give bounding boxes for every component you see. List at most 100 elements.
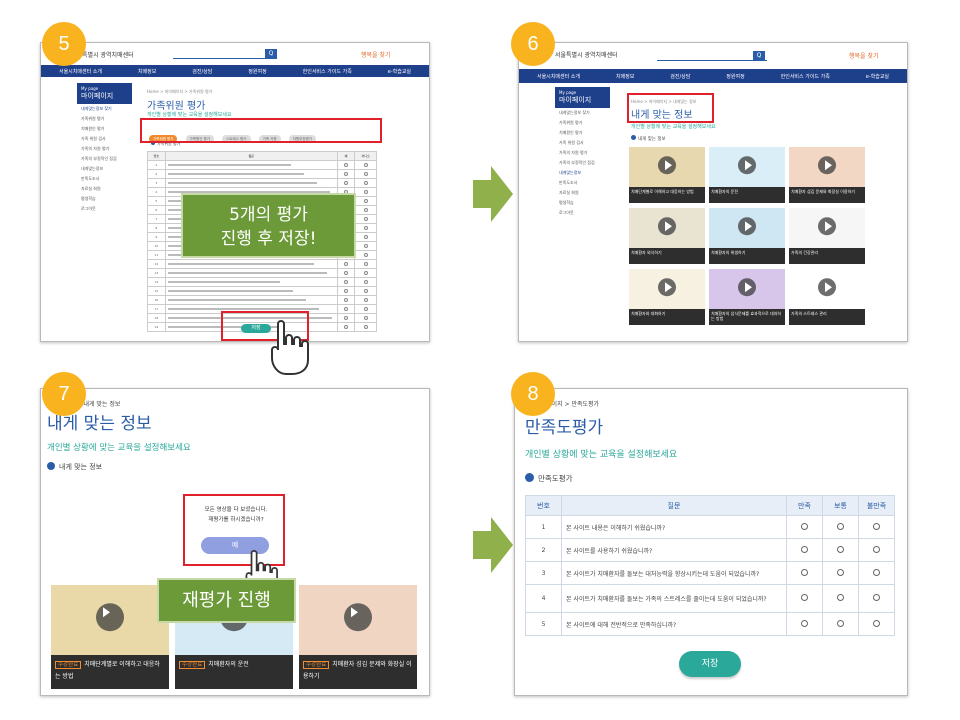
nav-item-4[interactable]: 정원여정 <box>248 68 266 75</box>
radio-satisfied[interactable] <box>786 515 823 539</box>
nav-item-1[interactable]: 서울시치매센터 소개 <box>59 68 102 75</box>
search-button[interactable]: Q <box>265 49 277 59</box>
radio-satisfied[interactable] <box>786 561 823 585</box>
video-card[interactable]: 치매환자 외식하기 <box>629 208 705 264</box>
nav-item-1[interactable]: 서울시치매센터 소개 <box>537 73 580 80</box>
radio-yes[interactable] <box>336 304 356 314</box>
radio-no[interactable] <box>354 241 377 251</box>
sidebar-item[interactable]: 내게맞는정보 찾기 <box>77 104 132 114</box>
radio-no[interactable] <box>354 232 377 242</box>
radio-no[interactable] <box>354 205 377 215</box>
brand-logo[interactable]: 행복을 찾기 <box>849 51 879 60</box>
radio-no[interactable] <box>354 277 377 287</box>
sidebar-item[interactable]: 자료실 회원 <box>555 188 610 198</box>
sidebar-item[interactable]: 내게맞는정보 <box>77 164 132 174</box>
play-icon[interactable] <box>658 278 676 297</box>
radio-yes[interactable] <box>336 322 356 332</box>
radio-neutral[interactable] <box>822 584 859 613</box>
site-logo[interactable]: 서울특별시 광역치매센터 <box>555 50 618 59</box>
sidebar-item[interactable]: 내게맞는정보 <box>555 168 610 178</box>
play-icon[interactable] <box>818 156 836 175</box>
radio-no[interactable] <box>354 295 377 305</box>
radio-satisfied[interactable] <box>786 612 823 636</box>
nav-item-6[interactable]: e-학습교실 <box>388 68 411 75</box>
search-input[interactable] <box>657 51 767 61</box>
nav-item-5[interactable]: 한인서비스 가이드 가족 <box>303 68 352 75</box>
radio-no[interactable] <box>354 313 377 323</box>
radio-no[interactable] <box>354 223 377 233</box>
play-icon[interactable] <box>738 278 756 297</box>
radio-yes[interactable] <box>336 160 356 170</box>
nav-item-6[interactable]: e-학습교실 <box>866 73 889 80</box>
radio-yes[interactable] <box>336 313 356 323</box>
radio-neutral[interactable] <box>822 538 859 562</box>
sidebar-item[interactable]: 만족도조사 <box>77 174 132 184</box>
sidebar-item[interactable]: 가족의 자원 평가 <box>555 148 610 158</box>
video-card[interactable]: 치매환자의 운전 <box>709 147 785 203</box>
radio-no[interactable] <box>354 286 377 296</box>
sidebar-item[interactable]: 치매원인 평가 <box>77 124 132 134</box>
sidebar-item[interactable]: 로그아웃 <box>77 204 132 214</box>
sidebar-item[interactable]: 가족 위원 검사 <box>555 138 610 148</box>
sidebar-item[interactable]: 가족 위원 검사 <box>77 134 132 144</box>
sidebar-item[interactable]: 평생학습 <box>555 198 610 208</box>
sidebar-item[interactable]: 평생학습 <box>77 194 132 204</box>
play-icon[interactable] <box>818 278 836 297</box>
sidebar-item[interactable]: 가족의 자원 평가 <box>77 144 132 154</box>
radio-unsatisfied[interactable] <box>858 538 895 562</box>
radio-unsatisfied[interactable] <box>858 561 895 585</box>
nav-item-2[interactable]: 치매정보 <box>616 73 634 80</box>
radio-no[interactable] <box>354 160 377 170</box>
radio-neutral[interactable] <box>822 561 859 585</box>
video-card[interactable]: 치매환자의 위생하기 <box>709 208 785 264</box>
radio-no[interactable] <box>354 187 377 197</box>
video-card[interactable]: 치매환자와 대화하기 <box>629 269 705 325</box>
save-button[interactable]: 저장 <box>679 651 741 677</box>
nav-item-3[interactable]: 검진/상담 <box>670 73 690 80</box>
search-input[interactable] <box>173 49 273 59</box>
search-button[interactable]: Q <box>753 51 765 61</box>
radio-unsatisfied[interactable] <box>858 515 895 539</box>
radio-yes[interactable] <box>336 178 356 188</box>
nav-item-4[interactable]: 정원여정 <box>726 73 744 80</box>
video-card[interactable]: 치매환자의 섭식문제를 효과적으로 대처하는 방법 <box>709 269 785 325</box>
sidebar-item[interactable]: 내게맞는정보 찾기 <box>555 108 610 118</box>
sidebar-item[interactable]: 치매원인 평가 <box>555 128 610 138</box>
brand-logo[interactable]: 행복을 찾기 <box>361 50 391 59</box>
radio-yes[interactable] <box>336 259 356 269</box>
radio-yes[interactable] <box>336 286 356 296</box>
radio-unsatisfied[interactable] <box>858 612 895 636</box>
radio-neutral[interactable] <box>822 515 859 539</box>
radio-no[interactable] <box>354 322 377 332</box>
nav-item-2[interactable]: 치매정보 <box>138 68 156 75</box>
radio-no[interactable] <box>354 214 377 224</box>
radio-no[interactable] <box>354 169 377 179</box>
sidebar-item[interactable]: 만족도조사 <box>555 178 610 188</box>
play-icon[interactable] <box>344 603 372 632</box>
radio-yes[interactable] <box>336 268 356 278</box>
nav-item-3[interactable]: 검진/상담 <box>192 68 212 75</box>
video-card[interactable]: 가족의 스트레스 관리 <box>789 269 865 325</box>
video-card[interactable]: 수강완료 치매환자 섬김 문제와 화장실 이용하기 <box>299 585 417 689</box>
sidebar-item[interactable]: 로그아웃 <box>555 208 610 218</box>
video-card[interactable]: 치매환자 섬김 문제와 화장실 이용하기 <box>789 147 865 203</box>
play-icon[interactable] <box>658 156 676 175</box>
sidebar-item[interactable]: 가족의 부정적인 점검 <box>77 154 132 164</box>
video-card[interactable]: 가족의 건강관리 <box>789 208 865 264</box>
play-icon[interactable] <box>738 156 756 175</box>
radio-satisfied[interactable] <box>786 538 823 562</box>
sidebar-item[interactable]: 가족위원 평가 <box>77 114 132 124</box>
radio-no[interactable] <box>354 268 377 278</box>
play-icon[interactable] <box>818 217 836 236</box>
radio-yes[interactable] <box>336 169 356 179</box>
radio-no[interactable] <box>354 259 377 269</box>
video-card[interactable]: 수강완료 치매단계별로 이해하고 대응하는 방법 <box>51 585 169 689</box>
radio-neutral[interactable] <box>822 612 859 636</box>
play-icon[interactable] <box>96 603 124 632</box>
radio-no[interactable] <box>354 178 377 188</box>
radio-unsatisfied[interactable] <box>858 584 895 613</box>
video-card[interactable]: 치매단계별로 이해하고 대응하는 방법 <box>629 147 705 203</box>
radio-satisfied[interactable] <box>786 584 823 613</box>
radio-no[interactable] <box>354 196 377 206</box>
play-icon[interactable] <box>658 217 676 236</box>
